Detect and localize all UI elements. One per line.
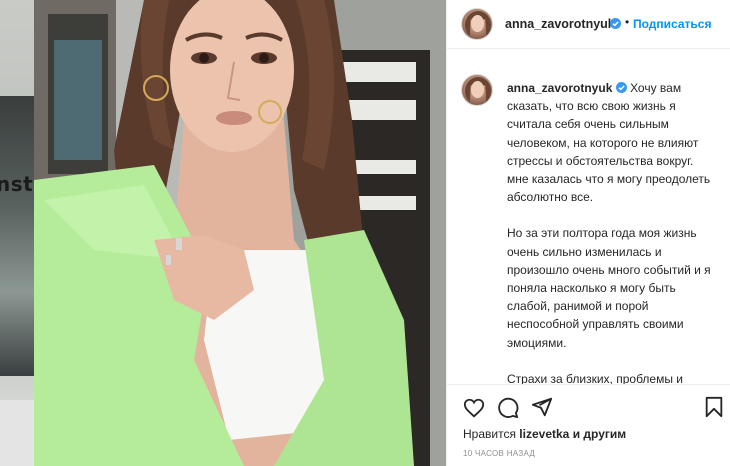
post-timestamp[interactable]: 10 ЧАСОВ НАЗАД [463,449,535,458]
post-caption: anna_zavorotnyuk Хочу вам сказать, что в… [507,79,717,384]
follow-button[interactable]: Подписаться [633,17,711,31]
likes-others-link[interactable]: и другим [573,427,626,441]
heart-icon[interactable] [463,397,485,419]
avatar-face [471,15,484,32]
caption-username[interactable]: anna_zavorotnyuk [507,81,612,95]
post-header: anna_zavorotnyuk • Подписаться [447,0,730,49]
previous-post-footer [0,400,34,466]
author-avatar[interactable] [461,8,493,40]
caption-paragraph-3: Страхи за близких, проблемы и стрессовые… [507,371,683,384]
likes-user-link[interactable]: lizevetka [519,427,569,441]
bookmark-icon[interactable] [704,396,724,418]
previous-post-thumbnail[interactable]: nsta [0,0,34,466]
caption-author-avatar[interactable] [461,74,493,106]
caption-paragraph-1: anna_zavorotnyuk Хочу вам сказать, что в… [507,79,717,206]
caption-scroll-area[interactable]: anna_zavorotnyuk Хочу вам сказать, что в… [447,66,730,384]
header-separator-dot: • [625,15,630,29]
author-username[interactable]: anna_zavorotnyuk [505,17,615,31]
post-photo[interactable] [34,0,446,466]
verified-badge-icon [615,82,627,93]
likes-summary: Нравится lizevetka и другим [463,427,626,441]
paper-plane-icon[interactable] [531,396,553,418]
comment-icon[interactable] [497,397,519,419]
verified-badge-icon [610,18,621,29]
caption-text-1: Хочу вам сказать, что всю свою жизнь я с… [507,81,711,205]
post-photo-illustration [34,0,446,466]
previous-post-image [0,96,34,376]
post-details-panel: anna_zavorotnyuk • Подписаться anna_zavo… [446,0,730,466]
post-actions-bar: Нравится lizevetka и другим 10 ЧАСОВ НАЗ… [447,384,730,466]
caption-paragraph-2: Но за эти полтора года моя жизнь очень с… [507,226,711,350]
avatar-face [471,81,484,98]
previous-post-overlay-text: nsta [0,172,34,196]
likes-prefix: Нравится [463,427,516,441]
